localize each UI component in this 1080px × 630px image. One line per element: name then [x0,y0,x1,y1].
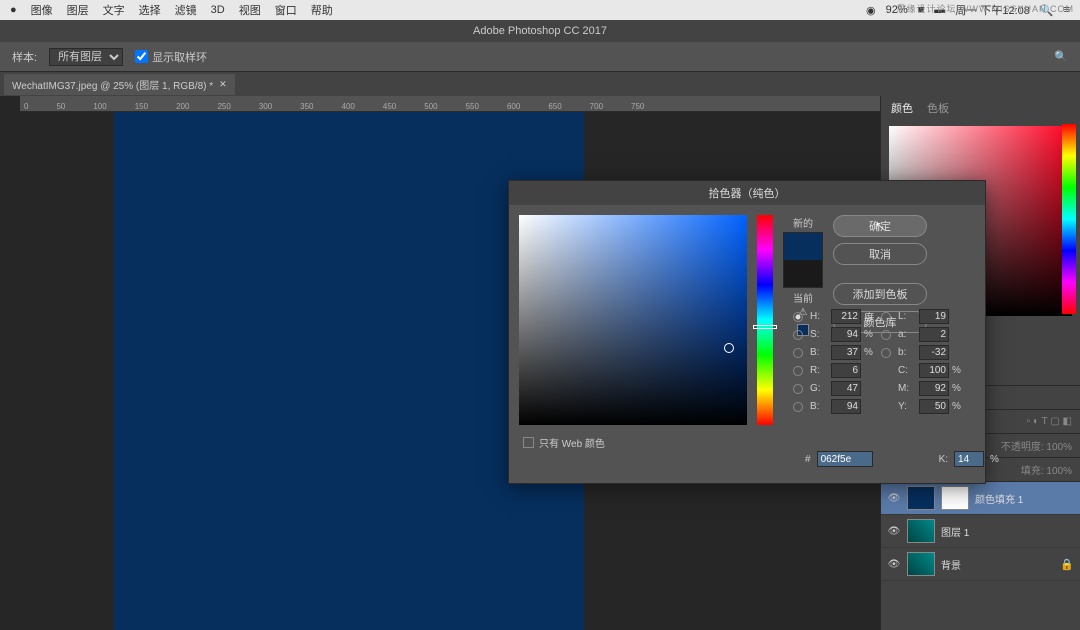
radio-l[interactable] [881,312,891,322]
menu-text[interactable]: 文字 [103,2,125,18]
field-y[interactable] [919,399,949,414]
picker-title: 拾色器（纯色） [509,181,985,205]
menu-3d[interactable]: 3D [211,4,225,16]
cursor-icon: ↖ [876,221,884,232]
hue-column[interactable] [1062,124,1076,314]
mask-thumb[interactable] [941,486,969,510]
field-hex[interactable] [817,451,873,467]
lock-icon: 🔒 [1060,558,1074,571]
layer-thumb[interactable] [907,552,935,576]
field-m[interactable] [919,381,949,396]
menu-help[interactable]: 帮助 [311,2,333,18]
watermark: 思缘设计论坛 WWW.MISSYUAN.COM [897,2,1075,15]
field-s[interactable] [831,327,861,342]
field-g[interactable] [831,381,861,396]
add-swatch-button[interactable]: 添加到色板 [833,283,927,305]
radio-a[interactable] [881,330,891,340]
layer-thumb[interactable] [907,486,935,510]
field-b2[interactable] [919,345,949,360]
opacity-value[interactable]: 100% [1046,442,1072,453]
radio-r[interactable] [793,366,803,376]
workspace: 0501001502002503003504004505005506006507… [0,96,1080,630]
layer-row[interactable]: 👁 颜色填充 1 [881,482,1080,515]
color-fields: H:度 L: S:% a: B:% b: R: C:% G: M:% B: Y:… [793,309,966,414]
visibility-icon[interactable]: 👁 [887,491,901,505]
layer-thumb[interactable] [907,519,935,543]
apple-icon: ● [10,4,17,16]
hue-slider[interactable] [757,215,773,425]
tab-color[interactable]: 颜色 [891,100,913,116]
field-bb[interactable] [831,399,861,414]
cc-icon[interactable]: ◉ [866,4,876,17]
sample-label: 样本: [12,49,37,65]
saturation-value-field[interactable] [519,215,747,425]
radio-g[interactable] [793,384,803,394]
radio-b2[interactable] [881,348,891,358]
field-k[interactable] [954,451,984,467]
mac-menubar: ● 图像 图层 文字 选择 滤镜 3D 视图 窗口 帮助 ◉ 92% ■ ▬ 周… [0,0,1080,20]
picker-cursor[interactable] [724,343,734,353]
options-bar: 样本: 所有图层 显示取样环 🔍 [0,42,1080,72]
document-tabbar: WechatIMG37.jpeg @ 25% (图层 1, RGB/8) *✕ [0,72,1080,96]
radio-bb[interactable] [793,402,803,412]
layer-row[interactable]: 👁 图层 1 [881,515,1080,548]
cancel-button[interactable]: 取消 [833,243,927,265]
tab-swatches[interactable]: 色板 [927,100,949,116]
document-tab[interactable]: WechatIMG37.jpeg @ 25% (图层 1, RGB/8) *✕ [4,74,235,95]
visibility-icon[interactable]: 👁 [887,557,901,571]
field-c[interactable] [919,363,949,378]
menu-view[interactable]: 视图 [239,2,261,18]
web-only-checkbox[interactable]: 只有 Web 颜色 [523,435,605,450]
field-a[interactable] [919,327,949,342]
field-bv[interactable] [831,345,861,360]
field-h[interactable] [831,309,861,324]
menu-image[interactable]: 图像 [31,2,53,18]
menu-select[interactable]: 选择 [139,2,161,18]
close-tab-icon[interactable]: ✕ [219,79,227,90]
field-r[interactable] [831,363,861,378]
fill-value[interactable]: 100% [1046,466,1072,477]
menu-layer[interactable]: 图层 [67,2,89,18]
ok-button[interactable]: 确定↖ [833,215,927,237]
menu-window[interactable]: 窗口 [275,2,297,18]
radio-b[interactable] [793,348,803,358]
layer-row[interactable]: 👁 背景 🔒 [881,548,1080,581]
field-l[interactable] [919,309,949,324]
color-picker-dialog: 拾色器（纯色） 新的 当前 ⚠ 确定↖ 取消 添加到色板 颜色库 H:度 [508,180,986,484]
search-icon[interactable]: 🔍 [1054,50,1068,63]
show-ring-checkbox[interactable]: 显示取样环 [135,49,207,65]
radio-s[interactable] [793,330,803,340]
sample-select[interactable]: 所有图层 [49,48,123,66]
radio-h[interactable] [793,312,803,322]
visibility-icon[interactable]: 👁 [887,524,901,538]
app-titlebar: Adobe Photoshop CC 2017 [0,20,1080,42]
menu-filter[interactable]: 滤镜 [175,2,197,18]
